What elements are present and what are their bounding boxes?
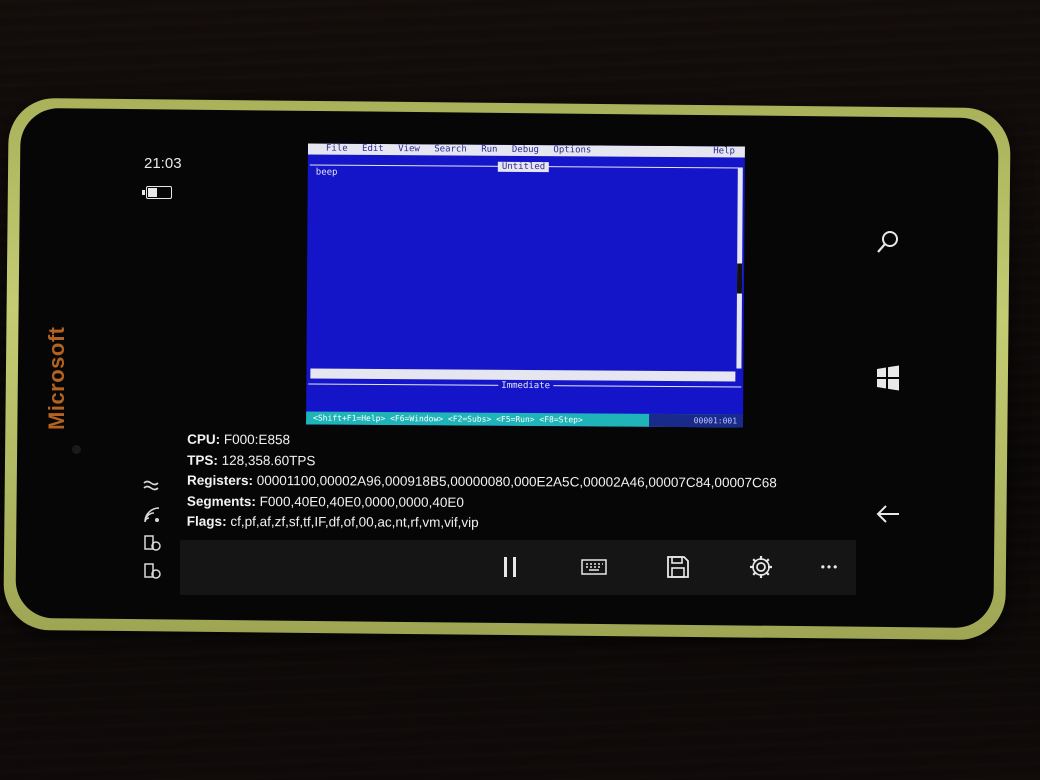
segments-label: Segments:: [186, 493, 256, 509]
settings-icon: [750, 556, 772, 578]
status-time: 21:03: [144, 155, 182, 172]
flags-value: cf,pf,af,zf,sf,tf,IF,df,of,00,ac,nt,rf,v…: [226, 513, 479, 530]
more-button[interactable]: •••: [810, 552, 850, 582]
search-button[interactable]: [870, 224, 906, 260]
windows-start-icon: [877, 365, 899, 391]
tps-value: 128,358.60TPS: [217, 452, 316, 468]
menu-options[interactable]: Options: [553, 145, 591, 155]
cpu-value: F000:E858: [220, 431, 291, 448]
pause-icon: [504, 557, 516, 577]
cpu-row: CPU: F000:E858: [187, 430, 777, 453]
cursor-position: 00001:001: [649, 413, 744, 428]
flags-row: Flags: cf,pf,af,zf,sf,tf,IF,df,of,00,ac,…: [187, 512, 777, 535]
settings-button[interactable]: [741, 552, 781, 582]
keyboard-button[interactable]: [574, 552, 614, 582]
menu-edit[interactable]: Edit: [362, 144, 384, 154]
immediate-label: Immediate: [498, 380, 554, 392]
registers-row: Registers: 00001100,00002A96,000918B5,00…: [187, 471, 777, 494]
registers-value: 00001100,00002A96,000918B5,00000080,000E…: [253, 473, 777, 491]
more-icon: •••: [820, 560, 840, 574]
brand-logo: Microsoft: [44, 326, 69, 431]
save-button[interactable]: [658, 552, 698, 582]
save-icon: [667, 556, 689, 578]
debug-info: CPU: F000:E858 TPS: 128,358.60TPS Regist…: [187, 430, 777, 535]
start-button[interactable]: [870, 360, 906, 396]
app-bar: •••: [180, 540, 856, 595]
cpu-label: CPU:: [187, 431, 221, 447]
segments-row: Segments: F000,40E0,40E0,0000,0000,40E0: [187, 491, 777, 514]
editor-title: Untitled: [497, 161, 550, 173]
flags-label: Flags:: [186, 513, 227, 529]
menu-file[interactable]: File: [326, 144, 348, 154]
alarm-icon: [142, 533, 162, 557]
editor-content[interactable]: beep: [316, 168, 338, 178]
registers-label: Registers:: [186, 472, 254, 489]
tps-label: TPS:: [187, 452, 218, 468]
back-button[interactable]: [870, 496, 906, 532]
scrollbar-thumb[interactable]: [736, 263, 743, 294]
pause-button[interactable]: [490, 552, 530, 582]
notification-icon: [142, 561, 162, 585]
horizontal-scrollbar[interactable]: [310, 368, 736, 382]
battery-icon: [142, 186, 172, 199]
tps-row: TPS: 128,358.60TPS: [187, 450, 777, 473]
back-icon: [876, 505, 899, 523]
menu-debug[interactable]: Debug: [512, 145, 539, 155]
menu-search[interactable]: Search: [434, 144, 467, 154]
menu-view[interactable]: View: [398, 144, 420, 154]
camera-dot: [72, 445, 81, 454]
keyboard-icon: [581, 559, 607, 575]
segments-value: F000,40E0,40E0,0000,0000,40E0: [255, 493, 464, 510]
search-icon: [877, 231, 898, 253]
dos-menubar: File Edit View Search Run Debug Options …: [307, 143, 745, 158]
emulator-screen[interactable]: File Edit View Search Run Debug Options …: [306, 143, 745, 428]
status-hint: <Shift+F1=Help> <F6=Window> <F2=Subs> <F…: [313, 413, 583, 425]
wifi-icon: [142, 505, 162, 529]
menu-run[interactable]: Run: [481, 145, 497, 155]
data-connection-icon: [142, 477, 160, 499]
vertical-scrollbar[interactable]: [736, 168, 743, 369]
menu-help[interactable]: Help: [713, 146, 735, 157]
